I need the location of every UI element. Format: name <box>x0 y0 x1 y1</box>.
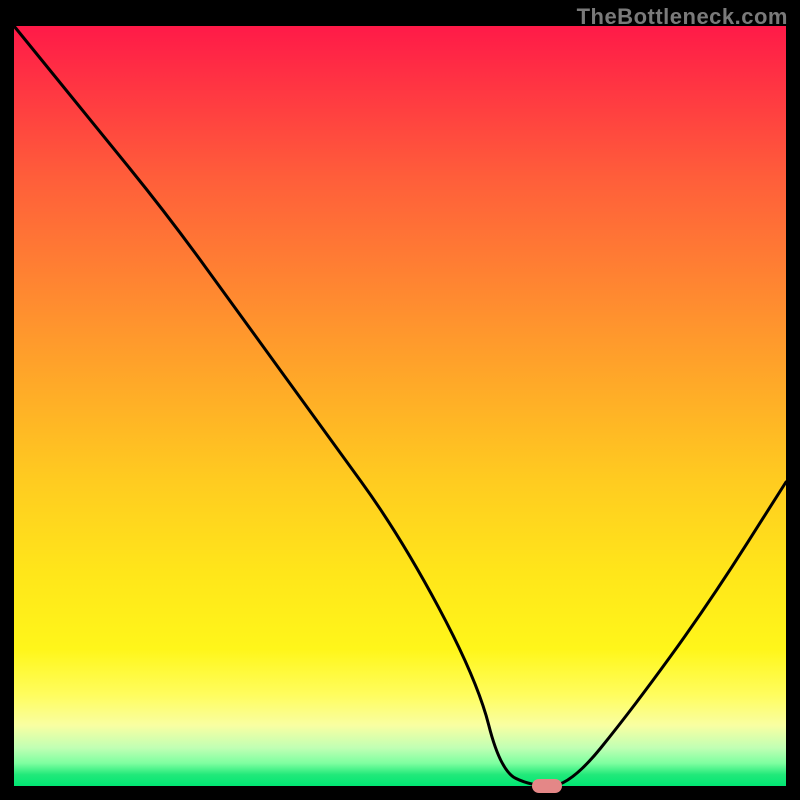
bottleneck-curve <box>14 26 786 786</box>
optimal-marker <box>532 779 562 793</box>
chart-container: TheBottleneck.com <box>0 0 800 800</box>
